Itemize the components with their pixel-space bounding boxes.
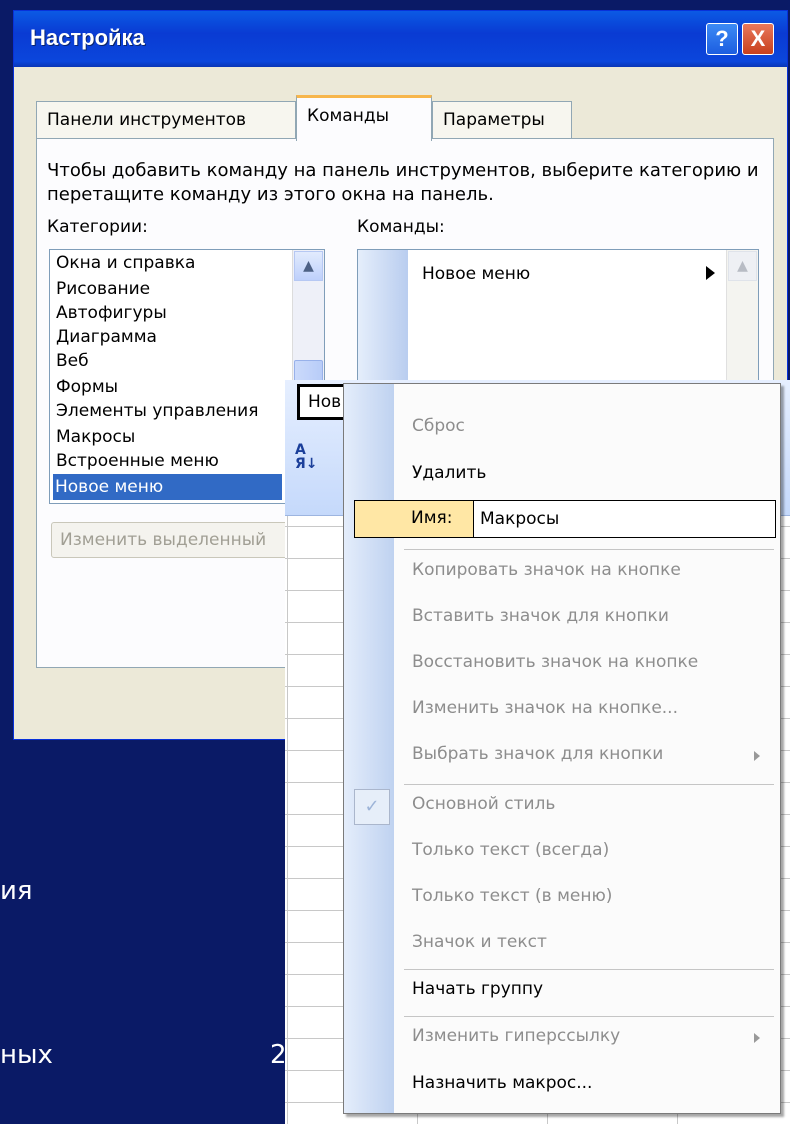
list-item[interactable]: Встроенные меню [54, 448, 284, 474]
menu-separator [404, 1016, 774, 1017]
command-item-new-menu[interactable]: Новое меню [422, 264, 530, 284]
menu-item-edit-button-image[interactable]: Изменить значок на кнопке... [412, 698, 678, 718]
name-label: Имя: [411, 508, 453, 528]
close-button[interactable]: X [742, 23, 774, 55]
submenu-arrow-icon [754, 751, 760, 761]
sort-ascending-icon[interactable]: А Я↓ [295, 443, 319, 473]
commands-label: Команды: [357, 217, 445, 237]
checkmark-icon: ✓ [354, 789, 390, 825]
background-text-fragment: ия [0, 876, 33, 906]
list-item[interactable]: Автофигуры [54, 300, 284, 326]
menu-item-reset-button-image[interactable]: Восстановить значок на кнопке [412, 652, 698, 672]
scroll-up-arrow-icon[interactable]: ▲ [728, 251, 757, 281]
menu-item-delete[interactable]: Удалить [412, 463, 486, 483]
tab-options[interactable]: Параметры [432, 101, 572, 139]
menu-item-edit-hyperlink[interactable]: Изменить гиперссылку [412, 1026, 620, 1046]
categories-listbox[interactable]: Окна и справка Рисование Автофигуры Диаг… [49, 249, 325, 504]
categories-label: Категории: [47, 217, 148, 237]
help-button[interactable]: ? [706, 23, 738, 55]
button-context-menu: Сброс Удалить Имя: Копировать значок на … [343, 383, 781, 1114]
list-item[interactable]: Диаграмма [54, 324, 284, 350]
menu-item-begin-group[interactable]: Начать группу [412, 979, 543, 999]
submenu-arrow-icon [706, 266, 715, 280]
modify-selection-button[interactable]: Изменить выделенный [51, 522, 319, 558]
background-text-fragment: ных [0, 1040, 53, 1070]
list-item[interactable]: Окна и справка [54, 250, 284, 276]
name-field[interactable] [473, 501, 775, 537]
list-item[interactable]: Формы [54, 374, 284, 400]
submenu-arrow-icon [754, 1033, 760, 1043]
menu-item-text-only-always[interactable]: Только текст (всегда) [412, 840, 609, 860]
tab-toolbars[interactable]: Панели инструментов [36, 101, 296, 139]
tab-commands[interactable]: Команды [296, 95, 432, 141]
menu-item-image-and-text[interactable]: Значок и текст [412, 932, 547, 952]
list-item[interactable]: Элементы управления [54, 398, 284, 424]
instructions-text: Чтобы добавить команду на панель инструм… [47, 160, 759, 205]
menu-item-text-only-in-menus[interactable]: Только текст (в меню) [412, 886, 612, 906]
menu-item-paste-button-image[interactable]: Вставить значок для кнопки [412, 606, 669, 626]
list-item-selected[interactable]: Новое меню [53, 474, 282, 500]
menu-item-assign-macro[interactable]: Назначить макрос... [412, 1073, 592, 1093]
list-item[interactable]: Веб [54, 348, 284, 374]
menu-item-copy-button-image[interactable]: Копировать значок на кнопке [412, 560, 681, 580]
menu-separator [404, 784, 774, 785]
list-item[interactable]: Макросы [54, 424, 284, 450]
menu-item-name: Имя: [354, 500, 776, 538]
menu-item-reset[interactable]: Сброс [412, 416, 465, 436]
menu-item-default-style[interactable]: Основной стиль [412, 794, 555, 814]
scroll-up-arrow-icon[interactable]: ▲ [294, 251, 323, 281]
list-item[interactable]: Рисование [54, 276, 284, 302]
menu-item-change-button-image[interactable]: Выбрать значок для кнопки [412, 744, 663, 764]
menu-gutter [344, 384, 394, 1113]
dialog-titlebar[interactable]: Настройка ? X [14, 11, 787, 67]
menu-separator [404, 969, 774, 970]
menu-separator [404, 549, 774, 550]
dialog-title: Настройка [30, 25, 145, 50]
